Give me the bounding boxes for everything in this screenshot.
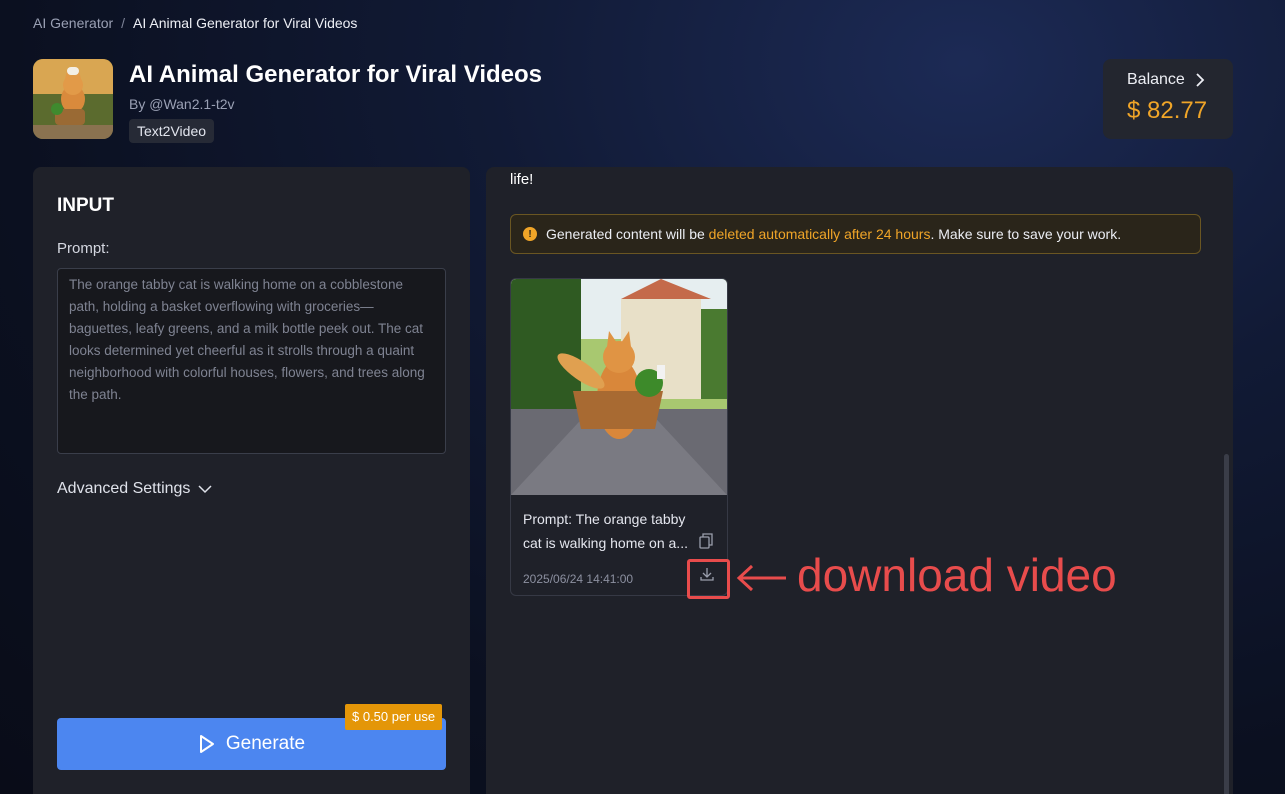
breadcrumb-parent[interactable]: AI Generator [33, 15, 113, 31]
category-tag: Text2Video [129, 119, 215, 143]
author-label[interactable]: By @Wan2.1-t2v [129, 96, 235, 112]
chevron-right-icon [1196, 73, 1205, 87]
page-title: AI Animal Generator for Viral Videos [129, 61, 543, 88]
copy-icon[interactable] [699, 533, 713, 549]
output-scrollbar[interactable] [1224, 454, 1229, 794]
input-title: INPUT [57, 195, 114, 216]
warning-icon: ! [523, 227, 537, 241]
balance-card[interactable]: Balance $ 82.77 [1103, 59, 1233, 139]
video-thumbnail[interactable] [511, 279, 727, 495]
prompt-label: Prompt: [57, 240, 110, 257]
notice-text: Generated content will be deleted automa… [546, 226, 1122, 242]
breadcrumb-separator: / [121, 15, 126, 31]
balance-label: Balance [1127, 71, 1185, 88]
arrow-left-icon [736, 564, 786, 592]
prompt-input[interactable]: The orange tabby cat is walking home on … [57, 268, 446, 454]
output-top-text: life! [510, 171, 534, 188]
breadcrumb: AI Generator / AI Animal Generator for V… [33, 15, 357, 31]
input-panel: INPUT Prompt: The orange tabby cat is wa… [33, 167, 470, 794]
annotation-highlight-box [687, 559, 730, 599]
annotation-label: download video [797, 549, 1117, 601]
chevron-down-icon [198, 485, 212, 494]
retention-notice: ! Generated content will be deleted auto… [510, 214, 1201, 254]
notice-highlight: deleted automatically after 24 hours [708, 226, 931, 242]
price-badge: $ 0.50 per use [345, 704, 443, 730]
play-icon [199, 735, 214, 753]
breadcrumb-current: AI Animal Generator for Viral Videos [133, 15, 358, 31]
video-prompt-text: Prompt: The orange tabby cat is walking … [523, 511, 688, 551]
generate-label: Generate [225, 733, 306, 754]
balance-label-row: Balance [1127, 71, 1233, 89]
balance-value: $ 82.77 [1127, 97, 1208, 124]
video-timestamp: 2025/06/24 14:41:00 [523, 572, 634, 586]
advanced-settings-label: Advanced Settings [57, 480, 191, 497]
advanced-settings-toggle[interactable]: Advanced Settings [57, 480, 212, 498]
cat-thumbnail-icon [33, 59, 113, 139]
video-result-card[interactable]: Prompt: The orange tabby cat is walking … [510, 278, 728, 596]
output-panel: life! ! Generated content will be delete… [486, 167, 1233, 794]
